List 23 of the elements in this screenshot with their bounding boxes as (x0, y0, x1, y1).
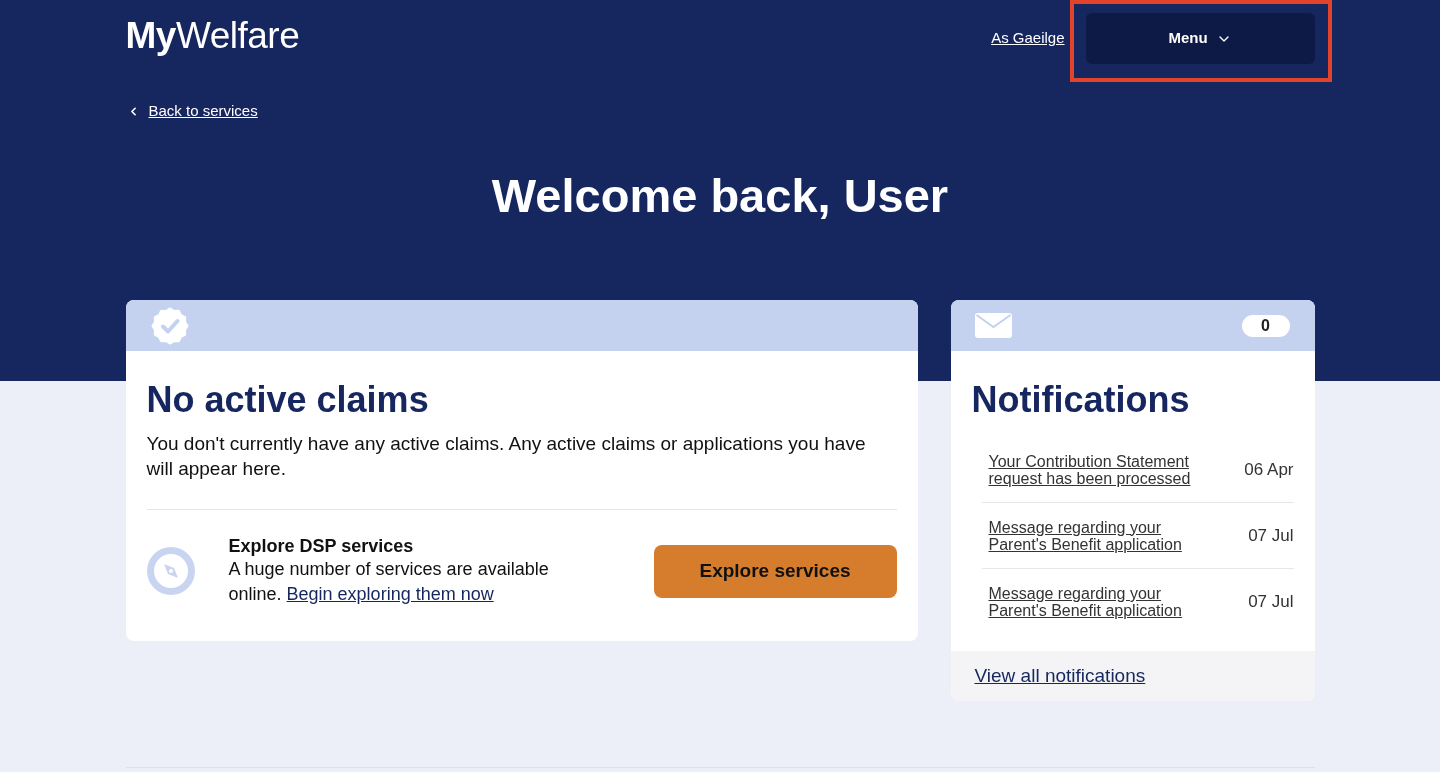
card-title: No active claims (146, 378, 430, 422)
card-title: Notifications (970, 378, 1191, 422)
compass-icon (146, 547, 195, 595)
notification-link[interactable]: Message regarding your Parent's Benefit application (988, 585, 1217, 619)
menu-button[interactable]: Menu (1085, 13, 1315, 64)
check-badge-icon (150, 306, 189, 345)
logo[interactable]: MyWelfare (125, 14, 300, 58)
explore-title: Explore DSP services (228, 535, 415, 557)
explore-services-button[interactable]: Explore services (653, 544, 897, 598)
explore-description: A huge number of services are available online. Begin exploring them now (228, 558, 550, 606)
notification-date: 07 Jul (1248, 524, 1294, 547)
card-description: You don't currently have any active claims. Any active claims or applications you have will appear here. (146, 432, 867, 481)
notification-date: 06 Apr (1244, 458, 1294, 481)
language-link[interactable]: As Gaeilge (991, 27, 1065, 50)
back-link[interactable]: Back to services (148, 100, 258, 123)
count-badge: 0 (1241, 314, 1290, 337)
page-title: Welcome back, User (490, 167, 950, 224)
view-all-link[interactable]: View all notifications (974, 661, 1146, 691)
explore-link[interactable]: Begin exploring them now (286, 584, 494, 604)
envelope-icon (974, 313, 1012, 338)
notification-date: 07 Jul (1248, 591, 1294, 614)
notification-link[interactable]: Message regarding your Parent's Benefit application (988, 518, 1217, 553)
notification-link[interactable]: Your Contribution Statement request has been processed (988, 452, 1217, 487)
